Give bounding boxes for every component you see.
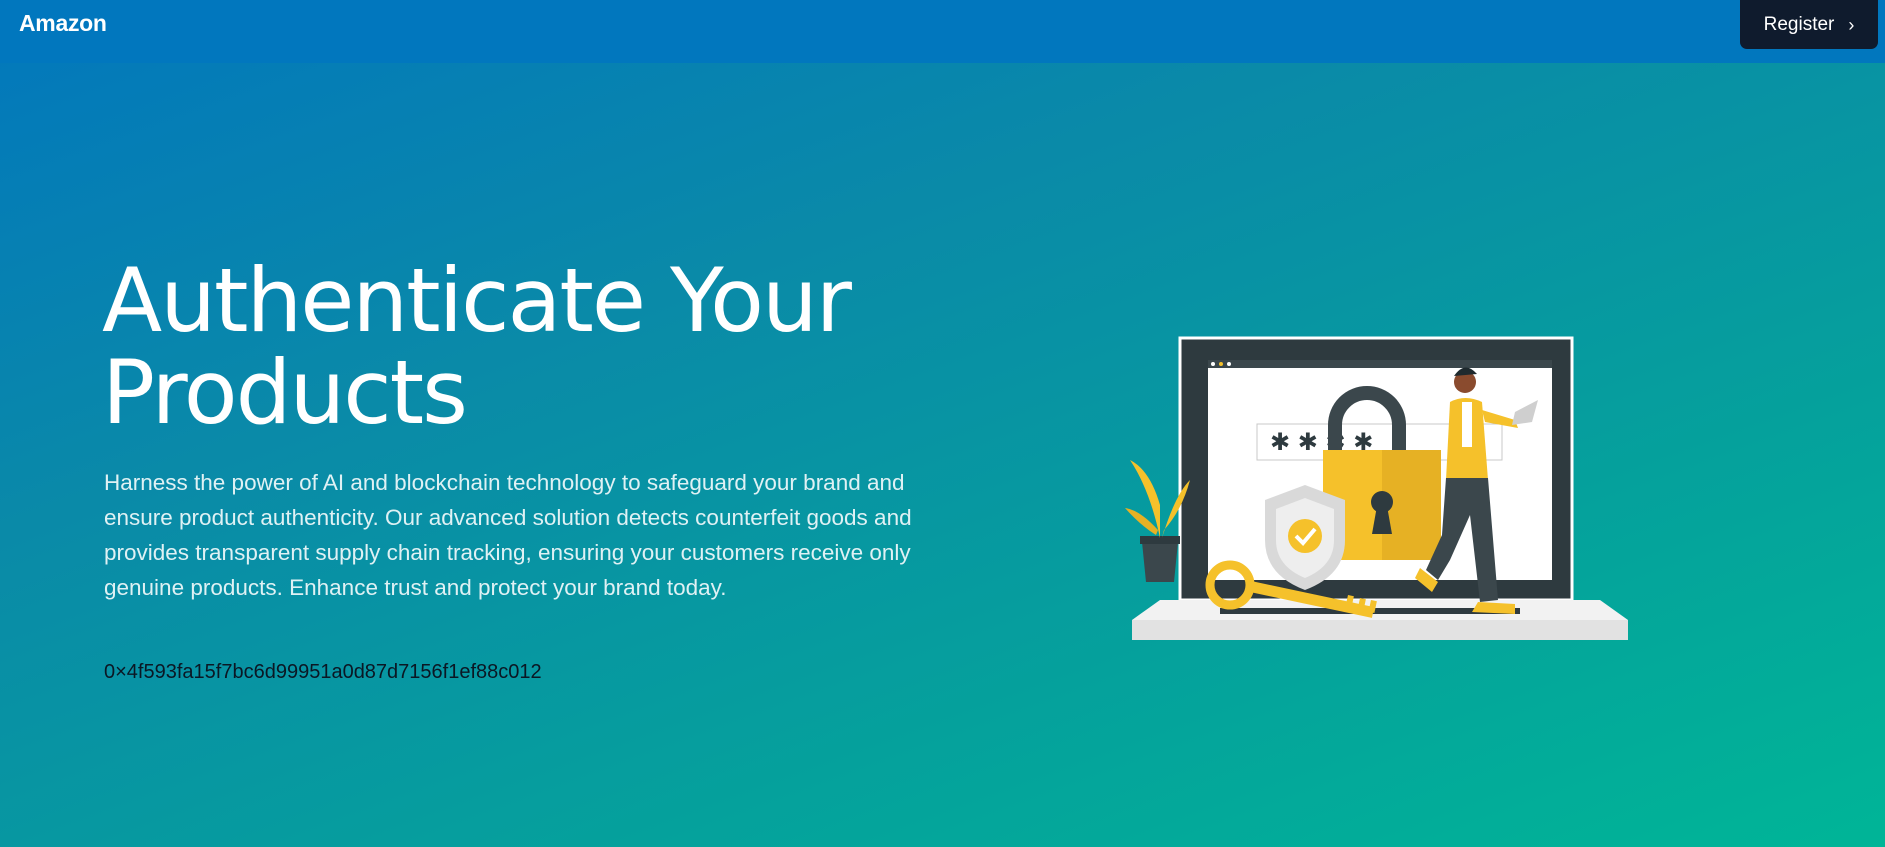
chevron-right-icon: ›: [1848, 14, 1855, 35]
hero-title: Authenticate Your Products: [102, 249, 852, 444]
register-button-label: Register: [1763, 13, 1835, 35]
register-button[interactable]: Register ›: [1740, 0, 1878, 49]
contract-address: 0×4f593fa15f7bc6d99951a0d87d7156f1ef88c0…: [104, 661, 542, 683]
top-navbar: Amazon Register ›: [0, 0, 1885, 63]
brand-logo[interactable]: Amazon: [19, 10, 107, 37]
security-illustration: ✱ ✱ ✱ ✱: [1125, 336, 1628, 640]
hero-description: Harness the power of AI and blockchain t…: [104, 470, 912, 600]
